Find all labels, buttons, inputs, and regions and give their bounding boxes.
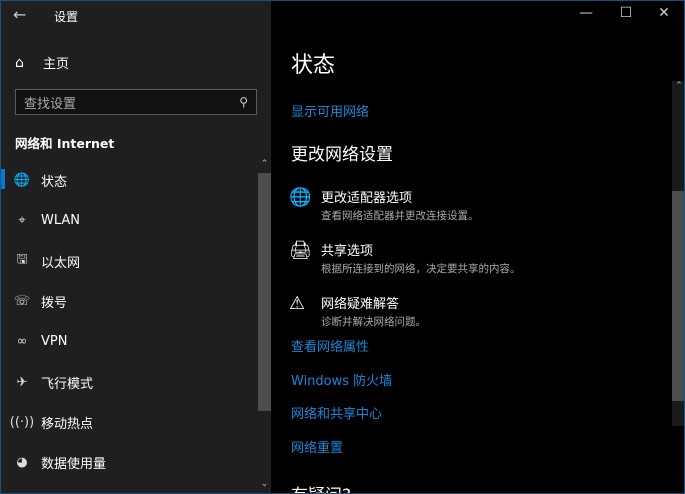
scroll-thumb[interactable]	[258, 173, 271, 411]
sharing-options[interactable]: 🖨 共享选项 根据所连接到的网络，决定要共享的内容。	[289, 240, 521, 276]
settings-window: ← 设置 ⌂ 主页 查找设置 ⚲ 网络和 Internet 🌐 状态 ⌖ WLAN …	[0, 0, 685, 494]
sidebar: ← 设置 ⌂ 主页 查找设置 ⚲ 网络和 Internet 🌐 状态 ⌖ WLAN …	[1, 1, 271, 493]
firewall-link[interactable]: Windows 防火墙	[291, 370, 392, 389]
ethernet-icon: 🖫	[16, 252, 28, 267]
question-heading: 有疑问?	[291, 481, 351, 493]
home-icon: ⌂	[15, 54, 24, 71]
sidebar-item-status[interactable]: 🌐 状态	[1, 160, 257, 200]
main-pane: — ☐ ✕ 状态 显示可用网络 更改网络设置 🌐 更改适配器选项 查看网络适配器并…	[271, 1, 684, 493]
network-reset-link[interactable]: 网络重置	[291, 437, 343, 456]
sidebar-item-vpn[interactable]: ∞ VPN	[1, 321, 257, 361]
data-usage-icon: ◕	[16, 454, 28, 470]
main-scrollbar[interactable]: ⌃	[672, 81, 684, 426]
globe-icon: 🌐	[13, 172, 31, 188]
scroll-up-icon[interactable]: ⌃	[258, 159, 271, 173]
hotspot-icon: ((·))	[9, 414, 35, 430]
back-button[interactable]: ←	[13, 5, 26, 24]
maximize-icon[interactable]: ☐	[611, 5, 641, 21]
sharing-center-link[interactable]: 网络和共享中心	[291, 403, 382, 422]
scroll-up-icon[interactable]: ⌃	[672, 81, 684, 91]
page-title: 状态	[291, 53, 336, 78]
adapter-options[interactable]: 🌐 更改适配器选项 查看网络适配器并更改连接设置。	[289, 187, 479, 223]
sidebar-item-wlan[interactable]: ⌖ WLAN	[1, 200, 257, 240]
wifi-icon: ⌖	[18, 212, 26, 228]
sharing-icon: 🖨	[289, 240, 312, 261]
close-icon[interactable]: ✕	[649, 5, 679, 21]
show-networks-link[interactable]: 显示可用网络	[291, 101, 369, 120]
adapter-globe-icon: 🌐	[289, 187, 312, 208]
window-title: 设置	[54, 10, 79, 24]
minimize-icon[interactable]: —	[571, 5, 601, 21]
warning-icon: ⚠	[289, 293, 306, 314]
sidebar-item-ethernet[interactable]: 🖫 以太网	[1, 241, 257, 281]
home-link[interactable]: ⌂ 主页	[15, 53, 69, 73]
sidebar-item-dialup[interactable]: ☏ 拨号	[1, 281, 257, 321]
network-troubleshooter[interactable]: ⚠ 网络疑难解答 诊断并解决网络问题。	[289, 293, 426, 329]
dialup-icon: ☏	[13, 293, 31, 309]
scroll-down-icon[interactable]: ⌄	[258, 479, 271, 489]
change-settings-heading: 更改网络设置	[291, 145, 393, 165]
search-input[interactable]: 查找设置 ⚲	[15, 89, 257, 115]
sidebar-item-data-usage[interactable]: ◕ 数据使用量	[1, 442, 257, 482]
vpn-icon: ∞	[16, 333, 28, 349]
search-icon: ⚲	[239, 95, 248, 109]
section-heading: 网络和 Internet	[15, 136, 115, 151]
airplane-icon: ✈	[16, 374, 28, 390]
view-properties-link[interactable]: 查看网络属性	[291, 336, 369, 355]
sidebar-item-hotspot[interactable]: ((·)) 移动热点	[1, 402, 257, 442]
scroll-thumb[interactable]	[672, 191, 684, 401]
sidebar-scrollbar[interactable]: ⌃ ⌄	[258, 159, 271, 493]
sidebar-item-airplane[interactable]: ✈ 飞行模式	[1, 362, 257, 402]
